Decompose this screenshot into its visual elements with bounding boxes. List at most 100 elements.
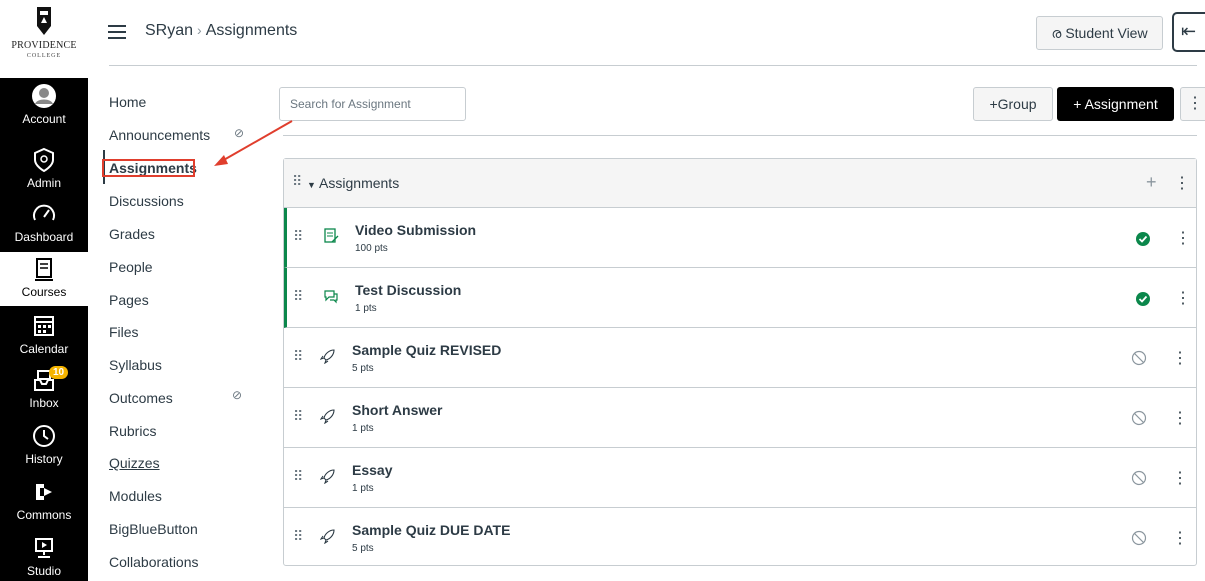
gnav-studio-label: Studio xyxy=(26,564,62,578)
assignment-row[interactable]: ⠿ Essay 1 pts ⋮ xyxy=(284,448,1196,508)
assignment-title[interactable]: Video Submission xyxy=(355,222,476,238)
assignment-row[interactable]: ⠿ Short Answer 1 pts ⋮ xyxy=(284,388,1196,448)
gnav-calendar-label: Calendar xyxy=(19,342,69,356)
drag-handle-icon[interactable]: ⠿ xyxy=(293,408,303,425)
history-icon xyxy=(33,425,55,447)
assignment-group-title-text: Assignments xyxy=(319,175,400,191)
unpublished-icon[interactable] xyxy=(1131,350,1147,366)
assignment-points: 1 pts xyxy=(352,483,374,494)
assignment-points: 100 pts xyxy=(355,243,388,254)
assignment-row[interactable]: ⠿ Sample Quiz DUE DATE 5 pts ⋮ xyxy=(284,508,1196,568)
assignment-points: 5 pts xyxy=(352,543,374,554)
unpublished-icon[interactable] xyxy=(1131,470,1147,486)
kebab-icon[interactable]: ⋮ xyxy=(1172,408,1188,428)
unpublished-icon[interactable] xyxy=(1131,530,1147,546)
gnav-inbox-label: Inbox xyxy=(29,396,59,410)
toolbar-divider xyxy=(283,135,1197,136)
collapse-arrow-icon: ⇤ xyxy=(1181,21,1197,41)
drag-handle-icon[interactable]: ⠿ xyxy=(293,228,303,245)
course-nav-quizzes[interactable]: Quizzes xyxy=(109,455,160,471)
logo-name: PROVIDENCE xyxy=(11,40,77,51)
assignment-title[interactable]: Sample Quiz DUE DATE xyxy=(352,522,510,538)
assignment-row[interactable]: ⠿ Sample Quiz REVISED 5 pts ⋮ xyxy=(284,328,1196,388)
gnav-calendar[interactable]: Calendar xyxy=(0,312,88,356)
assignment-title[interactable]: Short Answer xyxy=(352,402,443,418)
course-nav-grades[interactable]: Grades xyxy=(109,226,155,242)
course-nav-announcements[interactable]: Announcements xyxy=(109,127,210,143)
kebab-icon[interactable]: ⋮ xyxy=(1172,348,1188,368)
search-input[interactable] xyxy=(279,87,466,121)
assignment-group-title[interactable]: ▼ Assignments xyxy=(307,175,399,191)
collapse-nav-button[interactable]: ⇤ xyxy=(1172,12,1205,52)
assignment-group: ⠿ ▼ Assignments + ⋮ ⠿ Video Submission 1… xyxy=(283,158,1197,566)
kebab-icon[interactable]: ⋮ xyxy=(1172,528,1188,548)
course-nav-home[interactable]: Home xyxy=(109,94,146,110)
unpublished-icon[interactable] xyxy=(1131,410,1147,426)
drag-handle-icon[interactable]: ⠿ xyxy=(293,348,303,365)
kebab-icon: ⋮ xyxy=(1187,95,1203,112)
gnav-inbox[interactable]: 10 Inbox xyxy=(0,366,88,410)
shield-icon xyxy=(37,7,51,35)
calendar-icon xyxy=(34,316,54,336)
global-nav: PROVIDENCE COLLEGE Account Admin Dashboa… xyxy=(0,0,88,581)
course-nav-syllabus[interactable]: Syllabus xyxy=(109,357,162,373)
course-nav-bigbluebutton[interactable]: BigBlueButton xyxy=(109,521,198,537)
drag-handle-icon[interactable]: ⠿ xyxy=(293,528,303,545)
more-options-button[interactable]: ⋮ xyxy=(1180,87,1205,121)
course-nav-modules[interactable]: Modules xyxy=(109,488,162,504)
course-nav-collaborations[interactable]: Collaborations xyxy=(109,554,199,570)
gnav-commons[interactable]: Commons xyxy=(0,478,88,522)
assignment-icon xyxy=(324,228,339,243)
course-nav-discussions[interactable]: Discussions xyxy=(109,193,184,209)
hamburger-menu-icon[interactable] xyxy=(108,25,126,39)
assignment-title[interactable]: Sample Quiz REVISED xyxy=(352,342,501,358)
gnav-history-label: History xyxy=(25,452,63,466)
courses-icon xyxy=(35,258,53,281)
kebab-icon[interactable]: ⋮ xyxy=(1175,288,1191,308)
course-nav-rubrics[interactable]: Rubrics xyxy=(109,423,156,439)
assignment-title[interactable]: Essay xyxy=(352,462,392,478)
breadcrumb-course[interactable]: SRyan xyxy=(145,22,193,39)
caret-down-icon: ▼ xyxy=(307,180,316,190)
glasses-icon: ര xyxy=(1051,25,1062,41)
gnav-account[interactable]: Account xyxy=(0,82,88,126)
drag-handle-icon[interactable]: ⠿ xyxy=(292,173,302,190)
drag-handle-icon[interactable]: ⠿ xyxy=(293,468,303,485)
assignment-points: 1 pts xyxy=(352,423,374,434)
course-nav-people[interactable]: People xyxy=(109,259,153,275)
assignment-group-header[interactable]: ⠿ ▼ Assignments + ⋮ xyxy=(284,159,1196,208)
add-group-button[interactable]: +Group xyxy=(973,87,1053,121)
quiz-rocket-icon xyxy=(320,349,335,364)
logo-sub: COLLEGE xyxy=(26,53,62,59)
student-view-button[interactable]: ര Student View xyxy=(1036,16,1163,50)
discussion-icon xyxy=(324,290,338,304)
gnav-studio[interactable]: Studio xyxy=(0,534,88,578)
assignment-row[interactable]: ⠿ Test Discussion 1 pts ⋮ xyxy=(284,268,1196,328)
gnav-courses[interactable]: Courses xyxy=(0,252,88,306)
quiz-rocket-icon xyxy=(320,469,335,484)
quiz-rocket-icon xyxy=(320,409,335,424)
gnav-history[interactable]: History xyxy=(0,422,88,466)
published-check-icon[interactable] xyxy=(1136,232,1150,246)
published-check-icon[interactable] xyxy=(1136,292,1150,306)
kebab-icon[interactable]: ⋮ xyxy=(1175,228,1191,248)
gnav-dashboard[interactable]: Dashboard xyxy=(0,200,88,244)
course-nav-outcomes[interactable]: Outcomes xyxy=(109,390,173,406)
assignment-title[interactable]: Test Discussion xyxy=(355,282,461,298)
assignment-row[interactable]: ⠿ Video Submission 100 pts ⋮ xyxy=(284,208,1196,268)
add-assignment-button[interactable]: + Assignment xyxy=(1057,87,1174,121)
student-view-label: Student View xyxy=(1065,25,1148,41)
gnav-account-label: Account xyxy=(22,112,66,126)
header-divider xyxy=(109,65,1197,66)
admin-icon xyxy=(34,147,54,173)
kebab-icon[interactable]: ⋮ xyxy=(1174,173,1190,193)
course-nav-pages[interactable]: Pages xyxy=(109,292,149,308)
institution-logo[interactable]: PROVIDENCE COLLEGE xyxy=(0,0,88,78)
inbox-badge: 10 xyxy=(49,366,69,379)
drag-handle-icon[interactable]: ⠿ xyxy=(293,288,303,305)
course-nav-files[interactable]: Files xyxy=(109,324,139,340)
add-to-group-icon[interactable]: + xyxy=(1146,172,1157,193)
gnav-admin-label: Admin xyxy=(26,176,61,190)
gnav-admin[interactable]: Admin xyxy=(0,146,88,190)
kebab-icon[interactable]: ⋮ xyxy=(1172,468,1188,488)
